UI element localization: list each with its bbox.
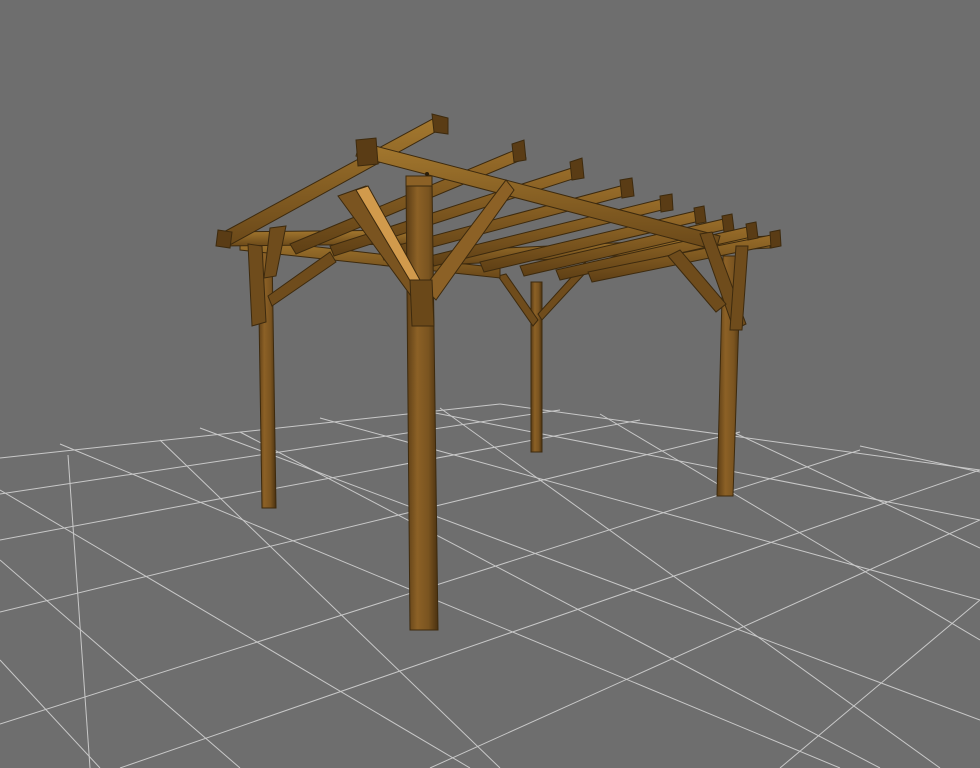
- ground-grid: [0, 403, 980, 768]
- scene-canvas[interactable]: [0, 0, 980, 768]
- post-back-right[interactable]: [530, 281, 543, 453]
- peg: [425, 172, 429, 176]
- post-front[interactable]: [405, 175, 439, 631]
- 3d-viewport[interactable]: [0, 0, 980, 768]
